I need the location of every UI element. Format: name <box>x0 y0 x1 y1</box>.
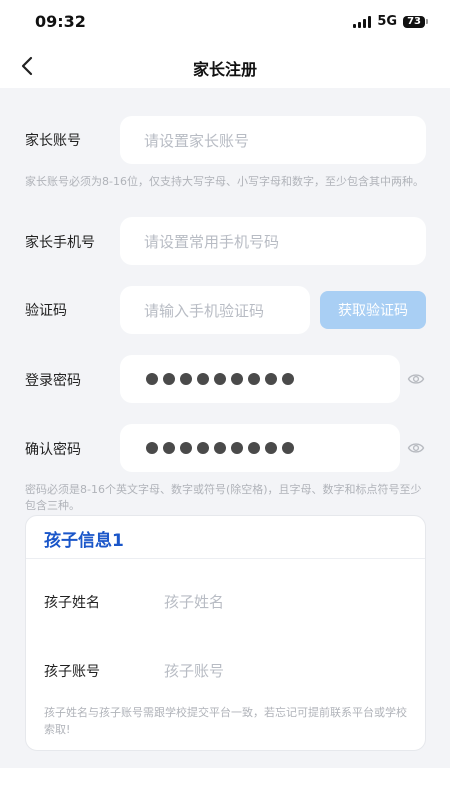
account-hint: 家长账号必须为8-16位，仅支持大写字母、小写字母和数字，至少包含其中两种。 <box>25 175 424 188</box>
status-bar: 09:32 5G 73 <box>0 0 450 44</box>
password-dot <box>282 373 294 385</box>
password-dot <box>146 373 158 385</box>
code-placeholder: 请输入手机验证码 <box>144 301 265 320</box>
password-dot <box>197 442 209 454</box>
code-label: 验证码 <box>25 303 67 319</box>
network-type: 5G <box>377 14 398 29</box>
password-dot <box>214 442 226 454</box>
password-dot <box>146 442 158 454</box>
bottom-strip <box>0 768 450 800</box>
password-dot <box>282 442 294 454</box>
account-placeholder: 请设置家长账号 <box>144 131 250 150</box>
code-input[interactable]: 请输入手机验证码 <box>120 286 310 334</box>
account-label: 家长账号 <box>25 133 81 149</box>
password-dot <box>214 373 226 385</box>
child-account-input[interactable]: 孩子账号 <box>164 660 224 681</box>
battery-level: 73 <box>403 15 425 28</box>
password-dot <box>163 442 175 454</box>
password-dot <box>180 442 192 454</box>
password-dot <box>163 373 175 385</box>
phone-placeholder: 请设置常用手机号码 <box>144 232 280 251</box>
get-code-button[interactable]: 获取验证码 <box>320 291 426 329</box>
eye-icon[interactable] <box>407 370 425 388</box>
confirm-input[interactable] <box>120 424 400 472</box>
phone-input[interactable]: 请设置常用手机号码 <box>120 217 426 265</box>
password-dot <box>248 442 260 454</box>
password-dot <box>231 373 243 385</box>
page-title: 家长注册 <box>192 60 257 79</box>
password-label: 登录密码 <box>25 373 81 389</box>
password-dot <box>248 373 260 385</box>
password-mask <box>144 373 294 385</box>
child-hint: 孩子姓名与孩子账号需跟学校提交平台一致，若忘记可提前联系平台或学校索取! <box>44 706 407 736</box>
child-account-label: 孩子账号 <box>44 664 100 680</box>
eye-icon[interactable] <box>407 439 425 457</box>
child-name-label: 孩子姓名 <box>44 595 100 611</box>
password-dot <box>197 373 209 385</box>
password-dot <box>180 373 192 385</box>
password-dot <box>265 373 277 385</box>
nav-bar: 家长注册 <box>0 44 450 88</box>
phone-label: 家长手机号 <box>25 235 95 251</box>
status-indicators: 5G 73 <box>353 14 428 29</box>
confirm-mask <box>144 442 294 454</box>
password-dot <box>231 442 243 454</box>
child-info-card: 孩子信息1 孩子姓名 孩子姓名 孩子账号 孩子账号 孩子姓名与孩子账号需跟学校提… <box>25 515 426 751</box>
password-dot <box>265 442 277 454</box>
child-name-input[interactable]: 孩子姓名 <box>164 591 224 612</box>
divider <box>26 558 425 559</box>
signal-icon <box>353 15 372 28</box>
confirm-label: 确认密码 <box>25 442 81 458</box>
account-input[interactable]: 请设置家长账号 <box>120 116 426 164</box>
password-input[interactable] <box>120 355 400 403</box>
battery-icon: 73 <box>403 15 428 28</box>
child-card-title: 孩子信息1 <box>44 531 124 551</box>
status-time: 09:32 <box>35 12 86 31</box>
password-hint: 密码必须是8-16个英文字母、数字或符号(除空格)，且字母、数字和标点符号至少包… <box>25 483 422 512</box>
